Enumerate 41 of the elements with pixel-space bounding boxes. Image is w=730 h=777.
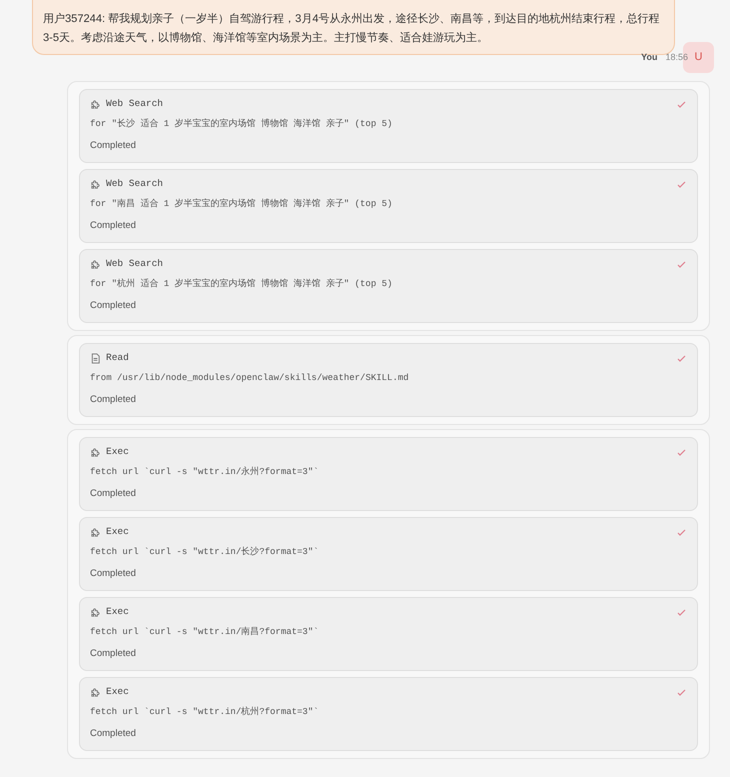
puzzle-icon	[90, 686, 101, 698]
tool-card[interactable]: Exec fetch url `curl -s "wttr.in/南昌?format=3"` Completed	[79, 596, 698, 670]
status-text: Completed	[90, 567, 137, 581]
tool-detail: fetch url `curl -s "wttr.in/杭州?format=3"`	[90, 706, 320, 718]
tool-detail: for "长沙 适合 1 岁半宝宝的室内场馆 博物馆 海洋馆 亲子" (top 5)	[90, 118, 394, 130]
tool-detail: from /usr/lib/node_modules/openclaw/skills/weather/SKILL.md	[90, 372, 410, 384]
message-bubble: 用户357244: 帮我规划亲子（一岁半）自驾游行程，3月4号从永州出发，途径长沙、南昌等，到达目的地杭州结束行程，总行程3-5天。考虑沿途天气，以博物馆、海洋馆等室内场景为主。主打慢节奏、适合娃游玩为主。	[32, 0, 675, 55]
puzzle-icon	[90, 178, 101, 190]
tool-name: Read	[106, 350, 129, 365]
status-text: Completed	[90, 299, 137, 313]
tool-detail: fetch url `curl -s "wttr.in/永州?format=3"`	[90, 466, 320, 478]
tool-card[interactable]: Web Search for "南昌 适合 1 岁半宝宝的室内场馆 博物馆 海洋馆 亲子" (top 5) Completed	[79, 168, 698, 242]
tool-name: Exec	[106, 604, 129, 619]
puzzle-icon	[90, 526, 101, 538]
tool-detail: for "南昌 适合 1 岁半宝宝的室内场馆 博物馆 海洋馆 亲子" (top 5)	[90, 198, 394, 210]
tool-name: Exec	[106, 524, 129, 539]
tool-detail: fetch url `curl -s "wttr.in/南昌?format=3"`	[90, 626, 320, 638]
tool-card[interactable]: Exec fetch url `curl -s "wttr.in/永州?format=3"` Completed	[79, 436, 698, 510]
status-text: Completed	[90, 487, 137, 501]
status-text: Completed	[90, 727, 137, 741]
tool-detail: fetch url `curl -s "wttr.in/长沙?format=3"`	[90, 546, 320, 558]
status-text: Completed	[90, 393, 137, 407]
tool-card[interactable]: Web Search for "长沙 适合 1 岁半宝宝的室内场馆 博物馆 海洋馆 亲子" (top 5) Completed	[79, 88, 698, 162]
tool-detail: for "杭州 适合 1 岁半宝宝的室内场馆 博物馆 海洋馆 亲子" (top 5)	[90, 278, 394, 290]
tool-card[interactable]: Web Search for "杭州 适合 1 岁半宝宝的室内场馆 博物馆 海洋馆 亲子" (top 5) Completed	[79, 248, 698, 322]
puzzle-icon	[90, 606, 101, 618]
status-text: Completed	[90, 219, 137, 233]
tool-name: Web Search	[106, 96, 164, 111]
tool-name: Web Search	[106, 256, 164, 271]
status-text: Completed	[90, 139, 137, 153]
tool-name: Web Search	[106, 176, 164, 191]
tool-card[interactable]: Exec fetch url `curl -s "wttr.in/长沙?format=3"` Completed	[79, 516, 698, 590]
tool-name: Exec	[106, 444, 129, 459]
tool-card[interactable]: Read from /usr/lib/node_modules/openclaw/skills/weather/SKILL.md Completed	[79, 342, 698, 416]
puzzle-icon	[90, 446, 101, 458]
puzzle-icon	[90, 98, 101, 110]
puzzle-icon	[90, 258, 101, 270]
tool-name: Exec	[106, 684, 129, 699]
status-text: Completed	[90, 647, 137, 661]
document-icon	[90, 352, 101, 364]
tool-card[interactable]: Exec fetch url `curl -s "wttr.in/杭州?format=3"` Completed	[79, 676, 698, 750]
